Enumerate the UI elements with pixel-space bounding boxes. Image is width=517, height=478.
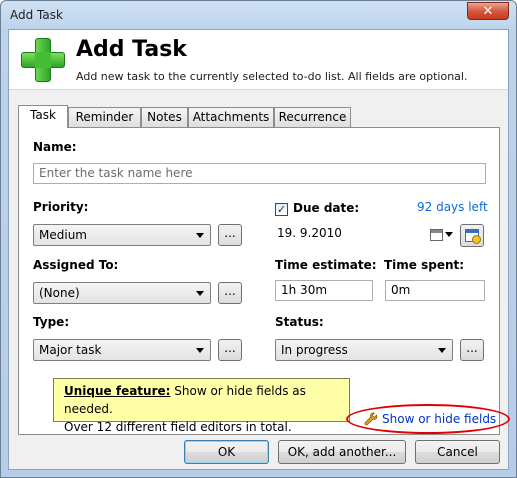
days-left-link[interactable]: 92 days left — [417, 200, 488, 214]
tab-notes[interactable]: Notes — [141, 107, 188, 127]
page-subtitle: Add new task to the currently selected t… — [76, 70, 468, 83]
time-estimate-label: Time estimate: — [275, 258, 377, 272]
close-button[interactable]: ✕ — [467, 2, 509, 20]
priority-value: Medium — [39, 228, 87, 242]
calendar-icon[interactable] — [430, 229, 443, 241]
assigned-to-select[interactable]: (None) — [33, 282, 211, 304]
time-spent-input[interactable]: 0m — [385, 280, 485, 301]
time-estimate-input[interactable]: 1h 30m — [275, 280, 373, 301]
assigned-to-edit-button[interactable]: ... — [218, 282, 242, 304]
due-date-picker[interactable]: 19. 9.2010 — [275, 224, 453, 246]
status-select[interactable]: In progress — [275, 339, 453, 361]
dialog-header: Add Task Add new task to the currently s… — [9, 30, 508, 90]
type-edit-button[interactable]: ... — [218, 339, 242, 361]
ok-button[interactable]: OK — [184, 440, 269, 464]
priority-select[interactable]: Medium — [33, 224, 211, 246]
chevron-down-icon — [438, 348, 446, 353]
due-date-label: Due date: — [293, 201, 360, 215]
calendar-clock-button[interactable] — [460, 224, 484, 247]
chevron-down-icon — [445, 232, 453, 237]
title-bar[interactable]: Add Task ✕ — [1, 1, 516, 29]
tooltip-line-2: Over 12 different field editors in total… — [64, 420, 292, 434]
wrench-icon — [364, 412, 378, 426]
status-label: Status: — [275, 315, 324, 329]
dialog-client-area: Add Task Add new task to the currently s… — [8, 29, 510, 470]
tab-recurrence[interactable]: Recurrence — [274, 107, 351, 127]
assigned-to-value: (None) — [39, 286, 80, 300]
add-task-window: Add Task ✕ Add Task Add new task to the … — [0, 0, 517, 478]
status-value: In progress — [281, 343, 348, 357]
chevron-down-icon — [196, 291, 204, 296]
priority-edit-button[interactable]: ... — [218, 224, 242, 246]
add-plus-icon — [21, 38, 65, 82]
type-select[interactable]: Major task — [33, 339, 211, 361]
chevron-down-icon — [196, 348, 204, 353]
tab-reminder[interactable]: Reminder — [68, 107, 141, 127]
chevron-down-icon — [196, 233, 204, 238]
priority-label: Priority: — [33, 200, 89, 214]
page-title: Add Task — [76, 37, 187, 62]
name-label: Name: — [33, 140, 77, 154]
tab-task[interactable]: Task — [18, 105, 68, 128]
task-name-input[interactable]: Enter the task name here — [33, 163, 486, 184]
assigned-to-label: Assigned To: — [33, 258, 119, 272]
checkmark-icon: ✓ — [276, 203, 287, 216]
tab-attachments[interactable]: Attachments — [188, 107, 274, 127]
cancel-button[interactable]: Cancel — [415, 440, 500, 464]
feature-tooltip: Unique feature: Show or hide fields as n… — [53, 378, 350, 434]
close-icon: ✕ — [482, 4, 494, 19]
window-title: Add Task — [10, 8, 63, 22]
date-dropdown[interactable] — [443, 228, 455, 240]
type-label: Type: — [33, 315, 70, 329]
type-value: Major task — [39, 343, 102, 357]
clock-icon — [472, 235, 481, 244]
tooltip-feature-label: Unique feature: — [64, 384, 171, 398]
due-date-value: 19. 9.2010 — [277, 226, 342, 240]
ok-add-another-button[interactable]: OK, add another... — [278, 440, 406, 464]
status-edit-button[interactable]: ... — [460, 339, 484, 361]
show-hide-fields-link[interactable]: Show or hide fields — [382, 412, 496, 426]
time-spent-label: Time spent: — [384, 258, 465, 272]
due-date-checkbox[interactable]: ✓ — [275, 203, 288, 216]
